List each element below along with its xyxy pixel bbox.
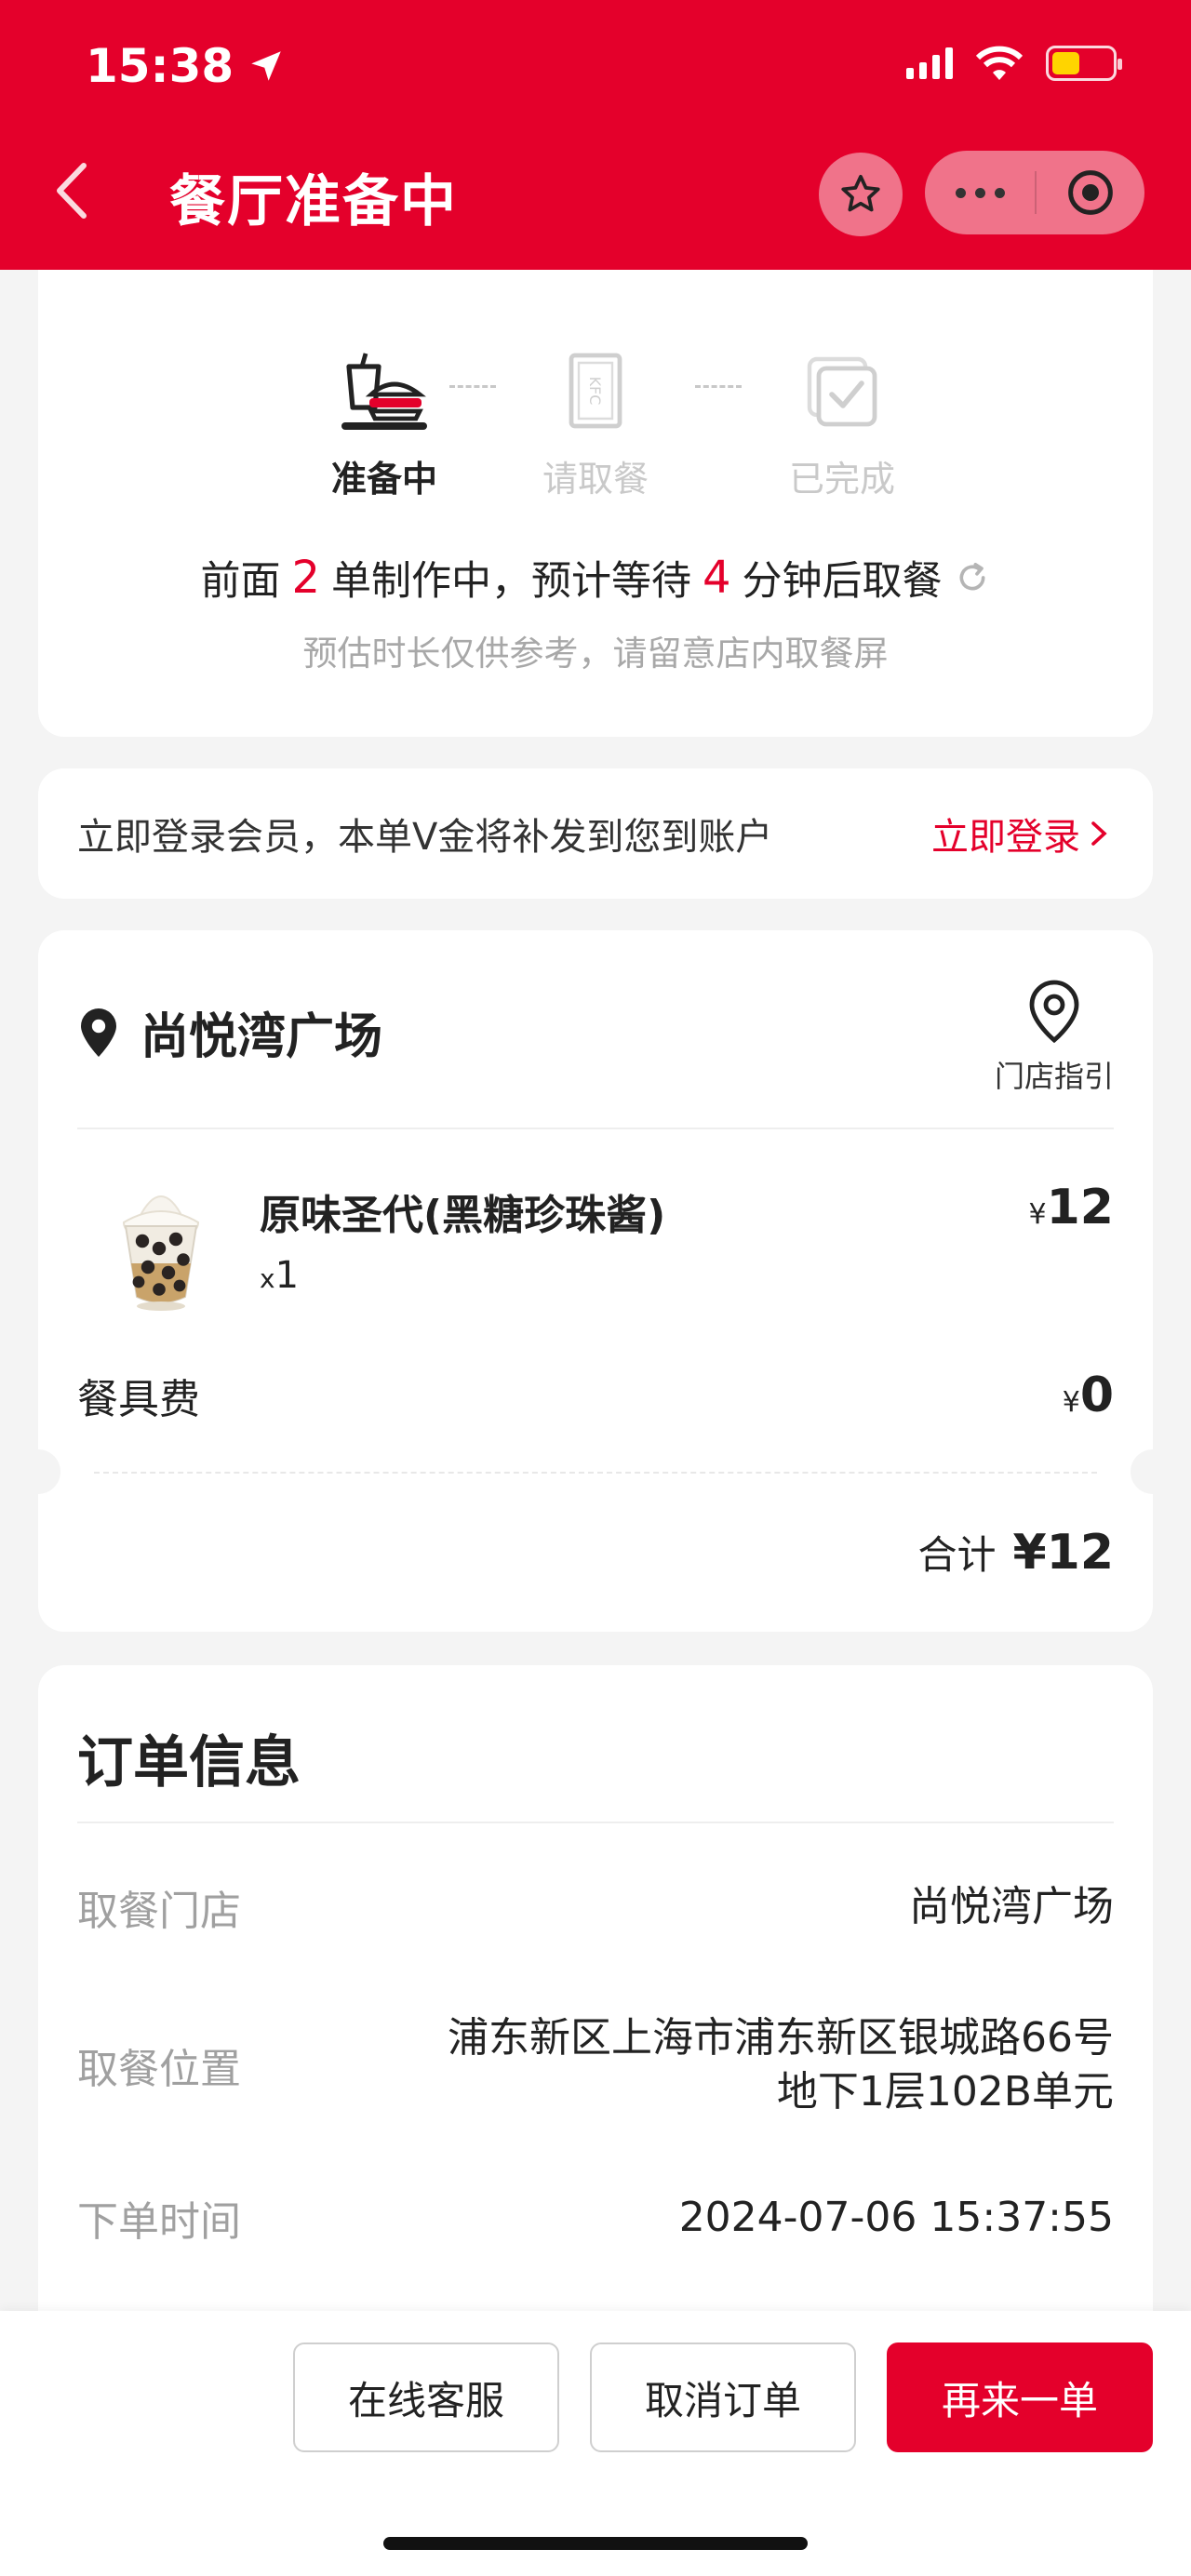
check-box-icon [807, 356, 877, 427]
product-image [98, 1174, 224, 1314]
page-title: 餐厅准备中 [169, 169, 458, 234]
target-icon [1068, 170, 1113, 215]
step-label: 准备中 [330, 459, 437, 500]
product-price: ¥12 [1029, 1180, 1114, 1235]
member-login-banner: 立即登录会员，本单V金将补发到您到账户 立即登录 [38, 768, 1153, 899]
dashed-divider [94, 1472, 1097, 1474]
chevron-left-icon [57, 163, 87, 219]
location-pin-icon [81, 1008, 116, 1057]
qty-value: 1 [274, 1254, 300, 1297]
sundae-image [122, 1195, 200, 1311]
step-divider [449, 385, 496, 388]
step-preparing: 准备中 [291, 350, 477, 501]
cancel-order-button[interactable]: 取消订单 [590, 2342, 856, 2452]
info-row-pickup-store: 取餐门店 尚悦湾广场 [77, 1877, 1114, 1937]
queue-prefix: 前面 [200, 558, 281, 605]
more-button[interactable] [925, 187, 1035, 198]
info-value: 浦东新区上海市浦东新区银城路66号 地下1层102B单元 [448, 2011, 1114, 2119]
address-line-1: 浦东新区上海市浦东新区银城路66号 [448, 2014, 1114, 2062]
price-value: 12 [1046, 1180, 1114, 1235]
ticket-notch [1131, 1449, 1153, 1494]
divider [77, 1822, 1114, 1823]
close-miniprogram-button[interactable] [1037, 167, 1144, 218]
step-completed: 已完成 [749, 350, 935, 501]
wait-disclaimer: 预估时长仅供参考，请留意店内取餐屏 [302, 634, 889, 674]
status-time: 15:38 [86, 39, 286, 93]
fee-value: 0 [1079, 1368, 1114, 1423]
login-link[interactable]: 立即登录 [931, 807, 1110, 861]
location-arrow-icon [251, 51, 281, 81]
header-bar: 15:38 餐厅准备中 [0, 0, 1191, 270]
clock-text: 15:38 [86, 39, 234, 93]
queue-status: 前面 2 单制作中，预计等待 4 分钟后取餐 [38, 549, 1153, 607]
queue-orders-count: 2 [291, 552, 320, 604]
queue-mid-text: 单制作中，预计等待 [331, 558, 691, 605]
wait-minutes: 4 [703, 552, 731, 604]
login-banner-text: 立即登录会员，本单V金将补发到您到账户 [77, 816, 773, 859]
total-label: 合计 [917, 1532, 997, 1578]
store-header: 尚悦湾广场 [77, 997, 382, 1067]
status-icons [906, 45, 1122, 82]
address-line-2: 地下1层102B单元 [776, 2068, 1114, 2116]
info-key: 取餐位置 [77, 2046, 241, 2093]
info-key: 下单时间 [77, 2198, 241, 2246]
home-indicator [383, 2537, 808, 2550]
online-service-button[interactable]: 在线客服 [293, 2342, 559, 2452]
section-title: 订单信息 [77, 1730, 301, 1795]
info-key: 取餐门店 [77, 1888, 241, 1935]
info-row-pickup-location: 取餐位置 浦东新区上海市浦东新区银城路66号 地下1层102B单元 [77, 2011, 1114, 2119]
reorder-button[interactable]: 再来一单 [887, 2342, 1153, 2452]
step-divider [695, 385, 742, 388]
svg-text:KFC: KFC [586, 377, 604, 406]
tray-burger-icon [341, 353, 427, 430]
back-button[interactable] [47, 158, 102, 223]
total-value: ¥12 [1012, 1525, 1114, 1581]
step-pickup: KFC 请取餐 [502, 350, 689, 501]
divider [77, 1128, 1114, 1129]
qty-prefix: x [260, 1263, 275, 1294]
login-link-label: 立即登录 [931, 816, 1080, 859]
order-progress-card: 准备中 KFC 请取餐 已完成 前面 2 单制作中，预计等待 4 分钟后取餐 预… [38, 270, 1153, 737]
store-guide-label: 门店指引 [994, 1059, 1114, 1094]
queue-suffix: 分钟后取餐 [742, 558, 943, 605]
tableware-fee-price: ¥0 [1063, 1368, 1114, 1423]
product-quantity: x1 [260, 1254, 299, 1297]
miniprogram-capsule [925, 151, 1144, 234]
chevron-right-icon [1091, 821, 1107, 846]
product-name: 原味圣代(黑糖珍珠酱) [260, 1192, 666, 1239]
wifi-icon [975, 46, 1024, 80]
info-value: 2024-07-06 15:37:55 [678, 2194, 1114, 2241]
currency-symbol: ¥ [1062, 1386, 1080, 1419]
order-items-card: 尚悦湾广场 门店指引 原味圣代(黑糖珍珠酱) x1 ¥12 餐具费 ¥0 合计 … [38, 930, 1153, 1632]
refresh-icon[interactable] [954, 559, 991, 596]
progress-steps: 准备中 KFC 请取餐 已完成 [38, 350, 1153, 501]
kfc-bag-icon: KFC [569, 353, 622, 429]
star-icon [841, 174, 880, 212]
cellular-signal-icon [906, 47, 953, 79]
favorite-button[interactable] [819, 153, 903, 236]
info-value: 尚悦湾广场 [909, 1883, 1114, 1930]
info-row-order-time: 下单时间 2024-07-06 15:37:55 [77, 2188, 1114, 2248]
battery-icon [1046, 46, 1122, 81]
store-name: 尚悦湾广场 [141, 1009, 383, 1065]
tableware-fee-label: 餐具费 [77, 1376, 200, 1423]
ticket-notch [38, 1449, 60, 1494]
map-pin-icon [1029, 980, 1079, 1044]
store-guide-button[interactable]: 门店指引 [995, 979, 1114, 1096]
step-label: 请取餐 [542, 459, 649, 500]
currency-symbol: ¥ [1028, 1198, 1047, 1231]
order-total: 合计 ¥12 [917, 1524, 1114, 1581]
step-label: 已完成 [788, 459, 895, 500]
